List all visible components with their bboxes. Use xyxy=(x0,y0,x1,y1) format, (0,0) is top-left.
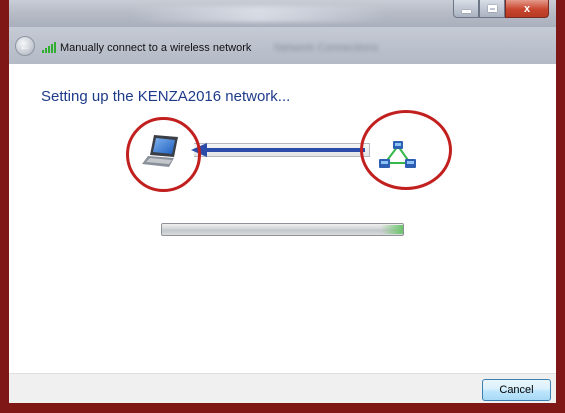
title-bar-blur xyxy=(129,6,389,22)
window-controls: x xyxy=(453,0,549,18)
minimize-button[interactable] xyxy=(453,0,479,18)
close-icon: x xyxy=(523,2,531,15)
setup-progress-bar xyxy=(161,223,404,236)
page-heading: Setting up the KENZA2016 network... xyxy=(41,88,291,105)
wizard-title: Manually connect to a wireless network xyxy=(60,42,252,54)
close-button[interactable]: x xyxy=(505,0,549,18)
wizard-header: ← Manually connect to a wireless network… xyxy=(9,27,556,64)
maximize-icon xyxy=(487,5,497,12)
wizard-footer: Cancel xyxy=(9,373,556,403)
maximize-button[interactable] xyxy=(479,0,505,18)
blurred-window-text: Network Connections xyxy=(274,42,379,54)
title-bar[interactable]: x xyxy=(9,0,556,27)
wizard-window: x ← Manually connect to a wireless netwo… xyxy=(9,0,556,403)
wireless-signal-icon xyxy=(42,42,56,53)
back-button[interactable]: ← xyxy=(15,36,35,56)
left-arrow-icon xyxy=(191,143,365,157)
progress-fill xyxy=(162,224,403,235)
cancel-button[interactable]: Cancel xyxy=(482,379,551,401)
progress-glow xyxy=(381,225,403,234)
back-arrow-icon: ← xyxy=(19,39,31,53)
laptop-highlight-circle xyxy=(126,117,201,192)
network-highlight-circle xyxy=(360,110,452,190)
minimize-icon xyxy=(461,9,471,13)
